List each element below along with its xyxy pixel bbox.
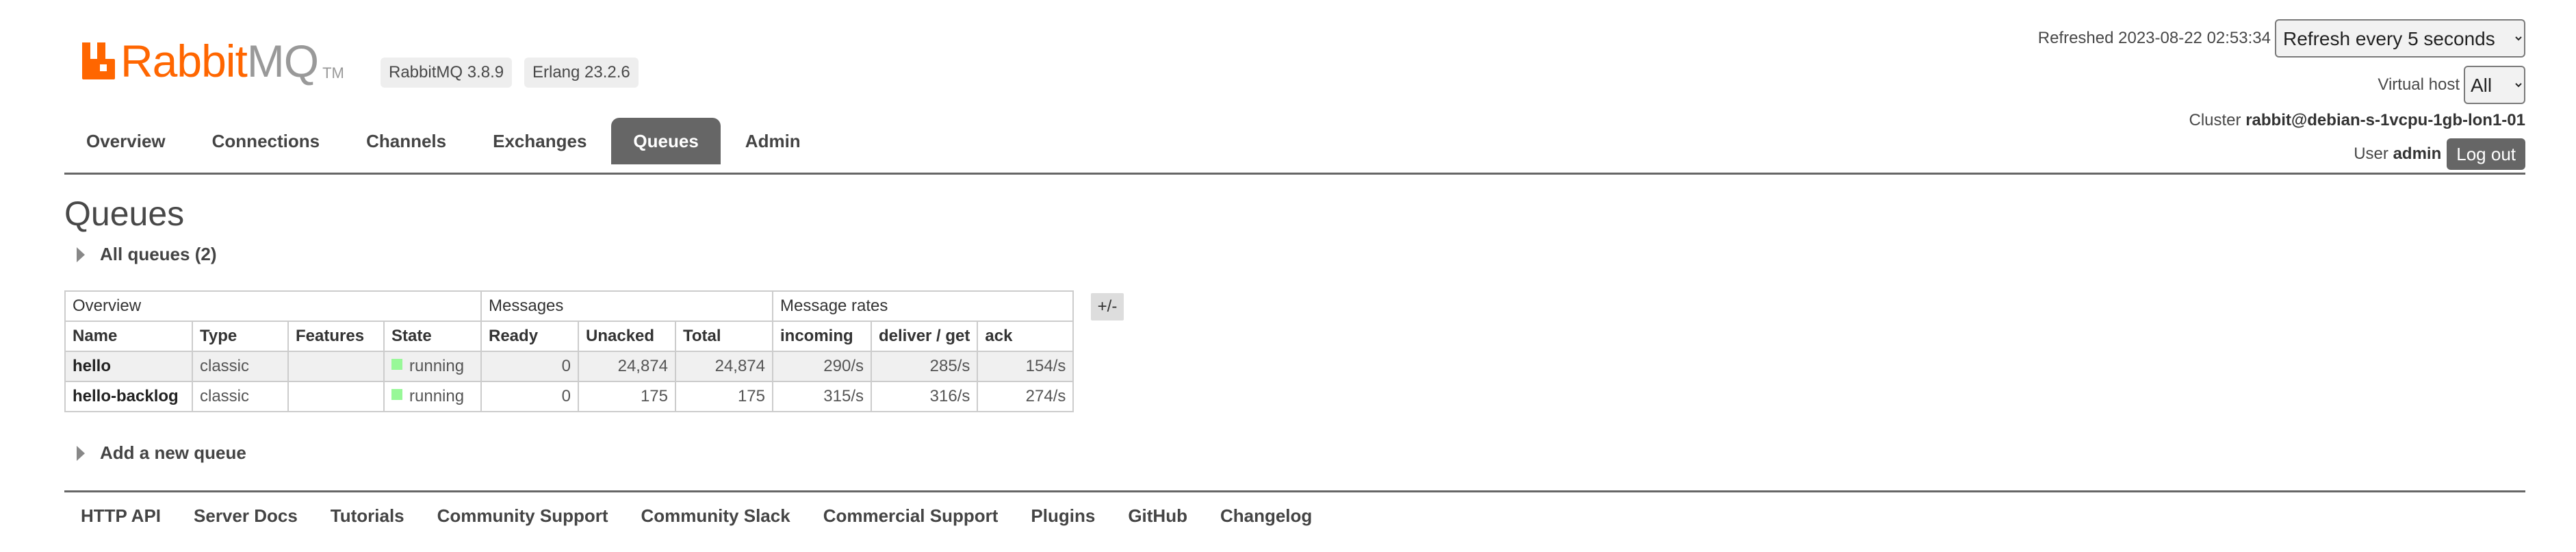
col-header-ready[interactable]: Ready (480, 321, 579, 352)
queues-table: Overview Messages Message rates Name Typ… (64, 290, 1074, 412)
footer-link-tutorials[interactable]: Tutorials (331, 505, 404, 527)
add-queue-toggle[interactable]: Add a new queue (77, 442, 246, 464)
footer-link-changelog[interactable]: Changelog (1220, 505, 1312, 527)
queue-state: running (383, 351, 482, 382)
column-options-button[interactable]: +/- (1091, 293, 1124, 321)
vhost-label: Virtual host (2378, 75, 2460, 94)
tab-exchanges[interactable]: Exchanges (471, 118, 608, 164)
footer-link-http-api[interactable]: HTTP API (81, 505, 161, 527)
queue-ready: 0 (480, 351, 579, 382)
erlang-version-badge: Erlang 23.2.6 (524, 58, 639, 88)
cluster-name: rabbit@debian-s-1vcpu-1gb-lon1-01 (2245, 111, 2525, 129)
expand-triangle-icon (77, 445, 85, 461)
all-queues-label: All queues (2) (100, 244, 217, 264)
col-header-features[interactable]: Features (287, 321, 385, 352)
tab-queues[interactable]: Queues (611, 118, 721, 164)
footer-link-plugins[interactable]: Plugins (1031, 505, 1095, 527)
col-header-type[interactable]: Type (192, 321, 289, 352)
refresh-interval-select[interactable]: Refresh every 5 seconds (2275, 19, 2525, 58)
queue-type: classic (192, 351, 289, 382)
rabbitmq-logo[interactable]: Rabbit MQ TM (81, 37, 344, 85)
vhost-row: Virtual host All (2378, 66, 2525, 104)
queue-state: running (383, 381, 482, 412)
footer-link-community-slack[interactable]: Community Slack (641, 505, 790, 527)
group-header-messages: Messages (480, 290, 773, 322)
tab-overview[interactable]: Overview (64, 118, 188, 164)
refresh-row: Refreshed 2023-08-22 02:53:34 Refresh ev… (2038, 19, 2525, 58)
tab-channels[interactable]: Channels (344, 118, 468, 164)
user-name: admin (2393, 145, 2442, 163)
queue-unacked: 175 (578, 381, 676, 412)
main-nav: Overview Connections Channels Exchanges … (64, 118, 825, 164)
vhost-select[interactable]: All (2464, 66, 2525, 104)
user-row: User admin Log out (2354, 138, 2525, 170)
footer-link-github[interactable]: GitHub (1128, 505, 1187, 527)
logo-text-mq: MQ (246, 36, 319, 86)
footer-link-server-docs[interactable]: Server Docs (194, 505, 298, 527)
queue-features (287, 381, 385, 412)
col-header-unacked[interactable]: Unacked (578, 321, 676, 352)
queue-type: classic (192, 381, 289, 412)
state-running-indicator (391, 388, 402, 400)
nav-divider (64, 173, 2525, 175)
expand-triangle-icon (77, 247, 85, 262)
col-header-ack[interactable]: ack (977, 321, 1074, 352)
queue-rate-incoming: 315/s (772, 381, 872, 412)
footer-link-community-support[interactable]: Community Support (437, 505, 608, 527)
logo-text-rabbit: Rabbit (120, 36, 248, 86)
queue-rate-deliver-get: 285/s (870, 351, 979, 382)
user-label: User (2354, 145, 2388, 163)
logo-trademark: TM (322, 64, 344, 81)
col-header-deliver-get[interactable]: deliver / get (870, 321, 979, 352)
rabbitmq-version-badge: RabbitMQ 3.8.9 (381, 58, 513, 88)
queue-unacked: 24,874 (578, 351, 676, 382)
group-header-rates: Message rates (771, 290, 1074, 322)
queue-state-label: running (409, 357, 465, 375)
queue-total: 175 (675, 381, 773, 412)
col-header-incoming[interactable]: incoming (772, 321, 872, 352)
refreshed-timestamp: Refreshed 2023-08-22 02:53:34 (2037, 29, 2271, 47)
tab-admin[interactable]: Admin (723, 118, 823, 164)
queue-features (287, 351, 385, 382)
queue-state-label: running (409, 387, 465, 405)
table-row[interactable]: hello-backlog classic running 0 175 175 … (64, 381, 1074, 412)
tab-connections[interactable]: Connections (190, 118, 342, 164)
queue-name-link[interactable]: hello (64, 351, 193, 382)
footer-divider (64, 490, 2525, 492)
page-title: Queues (64, 195, 185, 233)
cluster-label: Cluster (2189, 111, 2241, 129)
queue-rate-incoming: 290/s (772, 351, 872, 382)
queue-ready: 0 (480, 381, 579, 412)
queue-total: 24,874 (675, 351, 773, 382)
queue-name-link[interactable]: hello-backlog (64, 381, 193, 412)
col-header-total[interactable]: Total (675, 321, 773, 352)
footer-link-commercial-support[interactable]: Commercial Support (823, 505, 999, 527)
col-header-name[interactable]: Name (64, 321, 193, 352)
add-queue-label: Add a new queue (100, 442, 246, 463)
rabbitmq-logo-icon (82, 42, 115, 79)
all-queues-toggle[interactable]: All queues (2) (77, 244, 216, 265)
logout-button[interactable]: Log out (2447, 138, 2525, 170)
cluster-row: Cluster rabbit@debian-s-1vcpu-1gb-lon1-0… (2189, 111, 2526, 130)
footer-links: HTTP API Server Docs Tutorials Community… (81, 505, 1345, 527)
state-running-indicator (391, 358, 402, 370)
group-header-overview: Overview (64, 290, 482, 322)
col-header-state[interactable]: State (383, 321, 482, 352)
table-row[interactable]: hello classic running 0 24,874 24,874 29… (64, 351, 1074, 382)
queue-rate-ack: 274/s (977, 381, 1074, 412)
queue-rate-ack: 154/s (977, 351, 1074, 382)
queue-rate-deliver-get: 316/s (870, 381, 979, 412)
